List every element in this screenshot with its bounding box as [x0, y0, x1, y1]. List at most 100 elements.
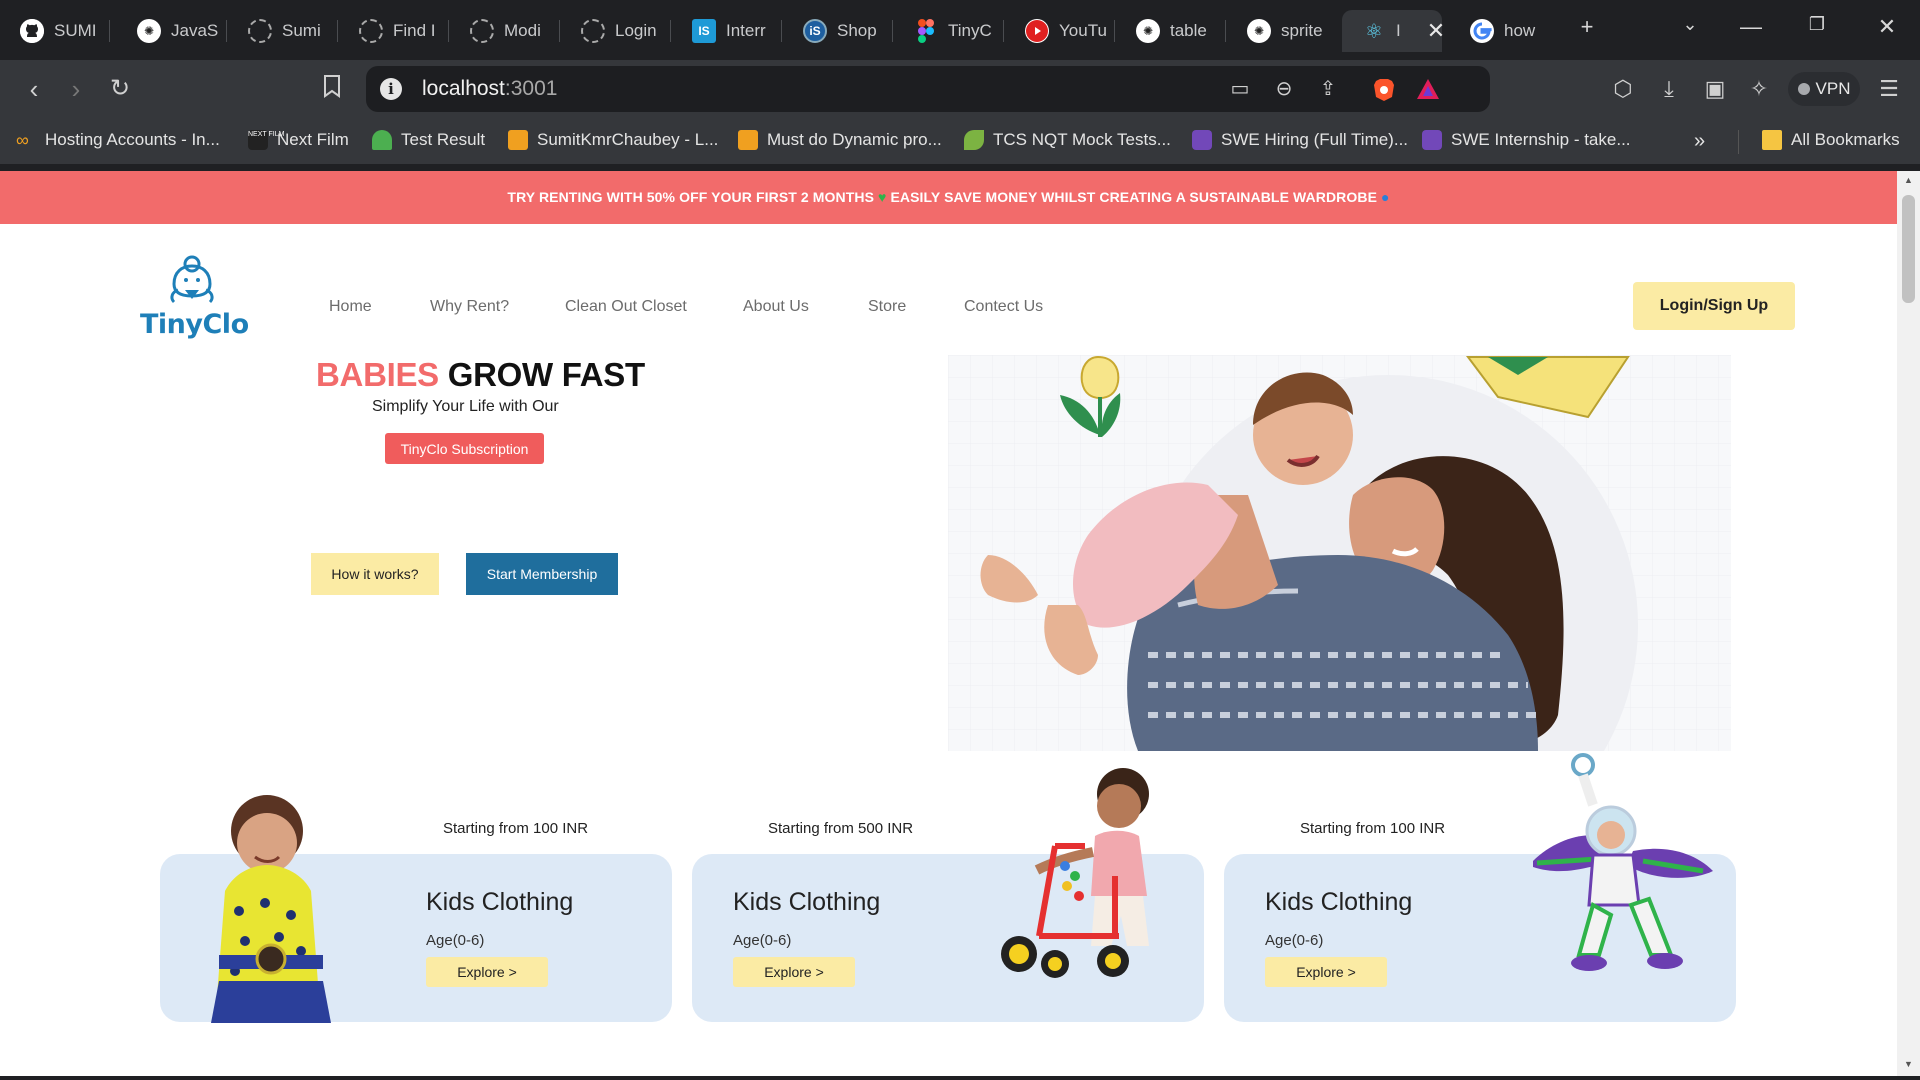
tab-label: TinyC	[948, 21, 992, 40]
browser-tab[interactable]: ✺ sprite	[1227, 10, 1337, 52]
bird-icon	[964, 130, 984, 150]
browser-tab[interactable]: Modi	[450, 10, 560, 52]
loading-spinner-icon	[581, 19, 605, 43]
explore-button[interactable]: Explore >	[733, 957, 855, 987]
nav-about-us[interactable]: About Us	[743, 298, 809, 316]
loading-spinner-icon	[248, 19, 272, 43]
forward-icon[interactable]: ›	[60, 74, 92, 104]
download-icon[interactable]: ⤓	[1656, 76, 1682, 102]
brave-rewards-icon[interactable]	[1416, 78, 1440, 100]
browser-tab[interactable]: iS Shop	[783, 10, 893, 52]
teddy-logo-icon	[170, 255, 214, 304]
girl-in-dress-image	[205, 791, 355, 1028]
site-info-icon[interactable]: i	[380, 78, 402, 100]
card-age: Age(0-6)	[426, 932, 485, 949]
more-bookmarks-chevron-icon[interactable]: »	[1694, 130, 1705, 153]
tab-label: table	[1170, 21, 1207, 40]
how-it-works-button[interactable]: How it works?	[311, 553, 439, 595]
tab-search-chevron-icon[interactable]: ⌄	[1675, 14, 1705, 35]
browser-tab[interactable]: Sumi	[228, 10, 338, 52]
card-age: Age(0-6)	[1265, 932, 1324, 949]
github-icon	[20, 19, 44, 43]
logo-text[interactable]: TinyClo	[140, 309, 249, 340]
scrollbar-thumb[interactable]	[1902, 195, 1915, 303]
vpn-status-icon	[1797, 83, 1810, 95]
umbrella-icon	[372, 130, 392, 150]
nav-home[interactable]: Home	[329, 298, 372, 316]
nav-contact-us[interactable]: Contect Us	[964, 298, 1043, 316]
browser-tab[interactable]: ✺ JavaS	[117, 10, 227, 52]
bookmark-item[interactable]: ∞ Hosting Accounts - In...	[16, 130, 220, 150]
browser-tab-bar: SUMI ✺ JavaS Sumi Find I Modi Login IS I…	[0, 0, 1920, 60]
leetcode-icon	[508, 130, 528, 150]
all-bookmarks-folder[interactable]: All Bookmarks	[1762, 130, 1900, 150]
reload-icon[interactable]: ↻	[104, 74, 136, 104]
bookmark-item[interactable]: SWE Hiring (Full Time)...	[1192, 130, 1408, 150]
browser-tab[interactable]: Find I	[339, 10, 449, 52]
nav-why-rent[interactable]: Why Rent?	[430, 298, 509, 316]
leo-ai-icon[interactable]: ✧	[1746, 76, 1772, 102]
tab-label: Shop	[837, 21, 877, 40]
browser-tab[interactable]: ✺ table	[1116, 10, 1226, 52]
nav-store[interactable]: Store	[868, 298, 906, 316]
browser-tab[interactable]: TinyC	[894, 10, 1004, 52]
share-icon[interactable]: ⇪	[1316, 78, 1340, 100]
explore-button[interactable]: Explore >	[1265, 957, 1387, 987]
restore-icon[interactable]: ❐	[1802, 14, 1832, 35]
close-tab-icon[interactable]: ✕	[1427, 18, 1445, 44]
zoom-icon[interactable]: ⊖	[1272, 78, 1296, 100]
tab-label: JavaS	[171, 21, 219, 40]
tab-label: Find I	[393, 21, 436, 40]
nav-clean-out-closet[interactable]: Clean Out Closet	[565, 298, 687, 316]
folder-icon	[1762, 130, 1782, 150]
tab-label: I	[1396, 21, 1401, 40]
url-text[interactable]: localhost:3001	[422, 77, 557, 101]
cast-icon[interactable]: ▭	[1228, 78, 1252, 100]
card-1-price: Starting from 100 INR	[443, 820, 589, 837]
vpn-button[interactable]: VPN	[1788, 72, 1860, 106]
bookmark-item[interactable]: Test Result	[372, 130, 485, 150]
bookmark-item[interactable]: NEXT FILM Next Film	[248, 130, 349, 150]
browser-tab[interactable]: IS Interr	[672, 10, 782, 52]
bookmark-item[interactable]: SumitKmrChaubey - L...	[508, 130, 718, 150]
figma-icon	[914, 19, 938, 43]
leetcode-icon	[738, 130, 758, 150]
wallet-icon[interactable]: ▣	[1702, 76, 1728, 102]
menu-icon[interactable]: ☰	[1876, 76, 1902, 102]
brave-shields-icon[interactable]	[1372, 78, 1396, 101]
extensions-icon[interactable]: ⬡	[1610, 76, 1636, 102]
page-scrollbar[interactable]: ▲ ▼	[1897, 171, 1920, 1076]
back-icon[interactable]: ‹	[18, 74, 50, 104]
form-icon	[1192, 130, 1212, 150]
card-title: Kids Clothing	[1265, 888, 1413, 916]
tinyclo-subscription-button[interactable]: TinyClo Subscription	[385, 433, 544, 464]
bookmark-item[interactable]: TCS NQT Mock Tests...	[964, 130, 1171, 150]
login-signup-button[interactable]: Login/Sign Up	[1633, 282, 1795, 330]
browser-tab-active[interactable]: ⚛ I ✕	[1342, 10, 1445, 52]
tab-label: SUMI	[54, 21, 97, 40]
bookmark-page-icon[interactable]	[316, 74, 348, 106]
scroll-down-icon[interactable]: ▼	[1902, 1059, 1915, 1069]
is-logo-icon: IS	[692, 19, 716, 43]
card-title: Kids Clothing	[426, 888, 574, 916]
new-tab-icon[interactable]: +	[1572, 14, 1602, 40]
browser-tab[interactable]: YouTu	[1005, 10, 1115, 52]
scroll-up-icon[interactable]: ▲	[1902, 175, 1915, 185]
address-bar[interactable]: i localhost:3001 ▭ ⊖ ⇪	[366, 66, 1490, 112]
explore-button[interactable]: Explore >	[426, 957, 548, 987]
hero-headline: BABIES GROW FAST	[316, 356, 645, 393]
tab-label: Login	[615, 21, 657, 40]
chatgpt-icon: ✺	[1136, 19, 1160, 43]
nextfilm-icon: NEXT FILM	[248, 130, 284, 150]
tab-label: Sumi	[282, 21, 321, 40]
browser-tab[interactable]: how	[1450, 10, 1560, 52]
bookmark-item[interactable]: SWE Internship - take...	[1422, 130, 1631, 150]
browser-tab[interactable]: SUMI	[0, 10, 110, 52]
card-2-price: Starting from 500 INR	[768, 820, 914, 837]
browser-tab[interactable]: Login	[561, 10, 671, 52]
bookmark-item[interactable]: Must do Dynamic pro...	[738, 130, 942, 150]
start-membership-button[interactable]: Start Membership	[466, 553, 618, 595]
web-page: TRY RENTING WITH 50% OFF YOUR FIRST 2 MO…	[0, 171, 1897, 1076]
minimize-icon[interactable]: —	[1736, 14, 1766, 40]
close-window-icon[interactable]: ✕	[1872, 14, 1902, 40]
